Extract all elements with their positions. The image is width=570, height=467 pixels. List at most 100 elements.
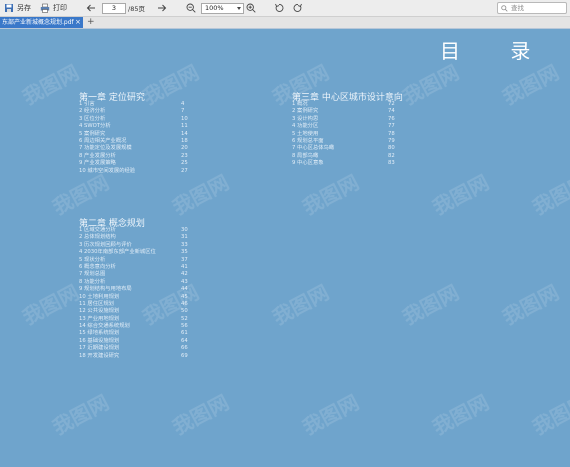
watermark-text: 我图网: [398, 60, 463, 110]
printer-icon: [40, 3, 50, 13]
toc-item-page: 33: [181, 241, 188, 248]
toc-row[interactable]: 17 近期建设规划 66: [79, 345, 189, 352]
tab-document[interactable]: 东部产业新城概念规划.pdf: [0, 17, 83, 28]
toc-item-page: 43: [181, 278, 188, 285]
toc-row[interactable]: 5 土地使用 78: [292, 131, 398, 138]
toc-row[interactable]: 2 经济分析 7: [79, 108, 189, 115]
search-input[interactable]: 查找: [497, 2, 567, 14]
chevron-down-icon: [237, 7, 241, 10]
toc-item-page: 41: [181, 263, 188, 270]
watermark-text: 我图网: [298, 170, 363, 220]
toc-item-page: 23: [181, 152, 188, 159]
tab-bar: 东部产业新城概念规划.pdf × +: [0, 17, 570, 29]
toc-item-page: 11: [181, 123, 188, 130]
toc-item-page: 46: [181, 300, 188, 307]
toc-item-page: 10: [181, 115, 188, 122]
toc-row[interactable]: 4 SWOT分析 11: [79, 123, 189, 130]
toc-item-page: 27: [181, 167, 188, 174]
zoom-in-button[interactable]: [246, 0, 256, 16]
toc-item-page: 66: [181, 345, 188, 352]
zoom-select[interactable]: 100%: [201, 3, 244, 14]
toc-item-name: 4 2030年南部东部产业新城区位: [79, 249, 156, 256]
toc-row[interactable]: 5 案例研究 14: [79, 131, 189, 138]
toc-item-name: 7 规划总图: [79, 271, 106, 278]
toc-item-name: 15 绿地系统规划: [79, 330, 120, 337]
toc-item-name: 18 开发建设研究: [79, 352, 120, 359]
chapter-2-list: 1 区域交通分析 30 2 总体规划结构 31 3 历次规划回顾与评价 33 4 2030年…: [79, 227, 189, 360]
print-label: 打印: [53, 4, 67, 12]
toc-row[interactable]: 12 公共设施规划 50: [79, 308, 189, 315]
toc-row[interactable]: 5 现状分析 37: [79, 257, 189, 264]
zoom-value: 100%: [205, 4, 224, 12]
toc-item-name: 4 功能分区: [292, 123, 319, 130]
toc-item-name: 5 现状分析: [79, 256, 106, 263]
toc-row[interactable]: 7 中心区总体鸟瞰 80: [292, 145, 398, 152]
toc-row[interactable]: 15 绿地系统规划 61: [79, 330, 189, 337]
close-icon[interactable]: ×: [75, 17, 81, 28]
toc-row[interactable]: 2 总体规划结构 31: [79, 234, 189, 241]
toc-row[interactable]: 4 2030年南部东部产业新城区位 35: [79, 249, 189, 256]
toc-item-name: 5 土地使用: [292, 130, 319, 137]
toc-item-name: 13 产业用地规划: [79, 315, 120, 322]
watermark-text: 我图网: [528, 170, 570, 220]
watermark-text: 我图网: [18, 280, 83, 330]
toc-item-name: 4 SWOT分析: [79, 123, 111, 130]
search-icon: [501, 4, 508, 12]
watermark-text: 我图网: [48, 390, 113, 440]
watermark-text: 我图网: [298, 390, 363, 440]
rotate-left-button[interactable]: [274, 0, 284, 16]
toc-row[interactable]: 10 土地利用规划 45: [79, 294, 189, 301]
print-button[interactable]: 打印: [40, 0, 67, 16]
save-as-label: 另存: [17, 4, 31, 12]
toc-row[interactable]: 18 开发建设研究 69: [79, 353, 189, 360]
toc-item-name: 9 规划结构与用地布局: [79, 286, 132, 293]
watermark-text: 我图网: [428, 170, 493, 220]
toc-item-name: 7 功能定位及发展规模: [79, 145, 132, 152]
page-total: /85页: [128, 5, 145, 13]
toc-row[interactable]: 4 功能分区 77: [292, 123, 398, 130]
toc-row[interactable]: 10 城市空间发展的经验 27: [79, 168, 189, 175]
zoom-out-button[interactable]: [186, 0, 196, 16]
zoom-out-icon: [186, 3, 196, 13]
toc-item-name: 10 土地利用规划: [79, 293, 120, 300]
toc-item-page: 45: [181, 293, 188, 300]
save-icon: [5, 4, 13, 12]
toc-item-page: 77: [388, 123, 395, 130]
page-title: 目 录: [440, 39, 553, 63]
watermark-text: 我图网: [18, 60, 83, 110]
toc-item-page: 52: [181, 315, 188, 322]
save-as-button[interactable]: 另存: [4, 0, 31, 16]
toc-row[interactable]: 7 规划总图 42: [79, 271, 189, 278]
watermark-text: 我图网: [268, 280, 333, 330]
toc-row[interactable]: 2 案例研究 74: [292, 108, 398, 115]
toc-item-page: 72: [388, 101, 395, 107]
toc-item-page: 37: [181, 256, 188, 263]
toc-item-page: 82: [388, 152, 395, 159]
toc-row[interactable]: 7 功能定位及发展规模 20: [79, 145, 189, 152]
toc-item-page: 7: [181, 108, 185, 115]
next-page-button[interactable]: [157, 0, 167, 16]
toc-row[interactable]: 9 中心区意象 83: [292, 160, 398, 167]
previous-page-button[interactable]: [86, 0, 96, 16]
toc-item-page: 50: [181, 308, 188, 315]
chapter-3-list: 1 概况 72 2 案例研究 74 3 设计构思 76 4 功能分区 77 5 土地使用 78 6 …: [292, 101, 398, 168]
page-number-input[interactable]: 3: [102, 3, 126, 14]
arrow-right-icon: [158, 4, 167, 12]
toc-item-page: 14: [181, 130, 188, 137]
watermark-text: 我图网: [498, 60, 563, 110]
watermark-text: 我图网: [428, 390, 493, 440]
toc-item-name: 9 产业发展策略: [79, 160, 116, 167]
toc-item-name: 17 近期建设规划: [79, 345, 120, 352]
rotate-right-button[interactable]: [293, 0, 303, 16]
toc-item-name: 2 总体规划结构: [79, 234, 116, 241]
chapter-1-list: 1 引言 4 2 经济分析 7 3 区位分析 10 4 SWOT分析 11 5 案例研究 14 6 …: [79, 101, 189, 175]
toc-item-page: 76: [388, 115, 395, 122]
zoom-in-icon: [246, 3, 256, 13]
toc-item-page: 79: [388, 137, 395, 144]
toc-row[interactable]: 13 产业用地规划 52: [79, 316, 189, 323]
toc-item-page: 30: [181, 227, 188, 233]
add-tab-icon[interactable]: +: [87, 17, 95, 28]
toc-row[interactable]: 9 产业发展策略 25: [79, 160, 189, 167]
watermark-text: 我图网: [528, 390, 570, 440]
toc-row[interactable]: 9 规划结构与用地布局 44: [79, 286, 189, 293]
